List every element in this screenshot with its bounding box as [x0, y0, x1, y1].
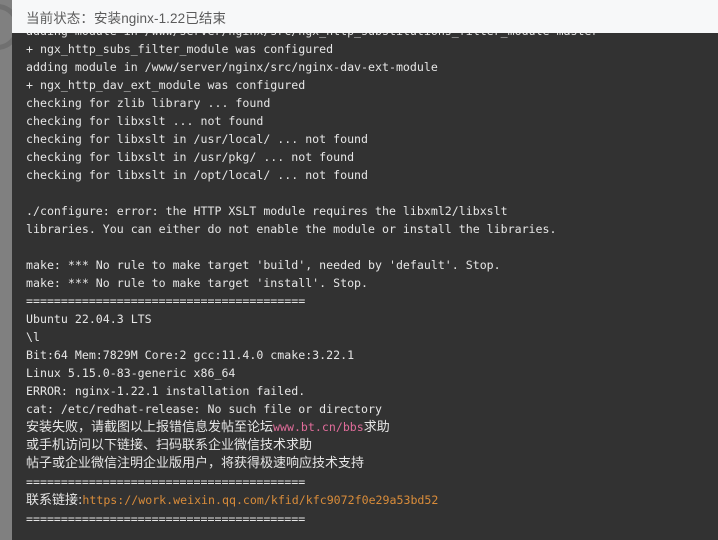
contact-url-text[interactable]: https://work.weixin.qq.com/kfid/kfc9072f… — [82, 493, 438, 507]
console-text-line: libraries. You can either do not enable … — [26, 222, 557, 236]
console-text-line: checking for libxslt in /opt/local/ ... … — [26, 168, 369, 182]
console-text-line: cat: /etc/redhat-release: No such file o… — [26, 402, 382, 416]
console-text-line: make: *** No rule to make target 'instal… — [26, 276, 369, 290]
console-text-line: checking for libxslt ... not found — [26, 114, 264, 128]
console-text-line: checking for zlib library ... found — [26, 96, 271, 110]
console-text-line: adding module in /www/server/nginx/src/n… — [26, 33, 710, 40]
console-text-line: 或手机访问以下链接、扫码联系企业微信技术求助 — [26, 437, 710, 455]
console-text-line: \l — [26, 330, 40, 344]
current-status-text: 当前状态：安装nginx-1.22已结束 — [26, 10, 227, 26]
console-text-line: Ubuntu 22.04.3 LTS — [26, 312, 152, 326]
console-text-line: ./configure: error: the HTTP XSLT module… — [26, 204, 508, 218]
console-text-line: checking for libxslt in /usr/pkg/ ... no… — [26, 150, 355, 164]
console-text-line: + ngx_http_subs_filter_module was config… — [26, 42, 334, 56]
console-text-line: 安装失败，请截图以上报错信息发帖至论坛www.bt.cn/bbs求助 — [26, 418, 710, 437]
console-text-line: make: *** No rule to make target 'build'… — [26, 258, 501, 272]
console-separator-line: ======================================== — [26, 475, 306, 489]
console-text-line: 联系链接:https://work.weixin.qq.com/kfid/kfc… — [26, 491, 710, 510]
install-panel: 当前状态：安装nginx-1.22已结束 adding module in /w… — [12, 0, 718, 540]
console-output[interactable]: adding module in /www/server/nginx/src/n… — [12, 33, 718, 540]
console-separator-line: ======================================== — [26, 294, 306, 308]
console-lines: adding module in /www/server/nginx/src/n… — [12, 33, 718, 528]
console-text-span: 联系链接: — [26, 493, 83, 508]
forum-url-text[interactable]: www.bt.cn/bbs — [273, 420, 364, 434]
panel-header: 当前状态：安装nginx-1.22已结束 — [12, 0, 718, 33]
console-text-line: 帖子或企业微信注明企业版用户，将获得极速响应技术支持 — [26, 455, 710, 473]
console-text-span: 或手机访问以下链接、扫码联系企业微信技术求助 — [26, 438, 313, 453]
console-text-span: 求助 — [363, 420, 390, 435]
console-text-line: adding module in /www/server/nginx/src/n… — [26, 60, 438, 74]
console-text-line: ERROR: nginx-1.22.1 installation failed. — [26, 384, 306, 398]
install-log-screen: 当前状态：安装nginx-1.22已结束 adding module in /w… — [0, 0, 718, 540]
console-text-line: checking for libxslt in /usr/local/ ... … — [26, 132, 369, 146]
console-text-span: 帖子或企业微信注明企业版用户，将获得极速响应技术支持 — [26, 456, 365, 471]
console-text-line: Linux 5.15.0-83-generic x86_64 — [26, 366, 236, 380]
console-text-line: Bit:64 Mem:7829M Core:2 gcc:11.4.0 cmake… — [26, 348, 355, 362]
console-text-span: 安装失败，请截图以上报错信息发帖至论坛 — [26, 420, 274, 435]
console-separator-line: ======================================== — [26, 512, 306, 526]
console-text-line: + ngx_http_dav_ext_module was configured — [26, 78, 306, 92]
